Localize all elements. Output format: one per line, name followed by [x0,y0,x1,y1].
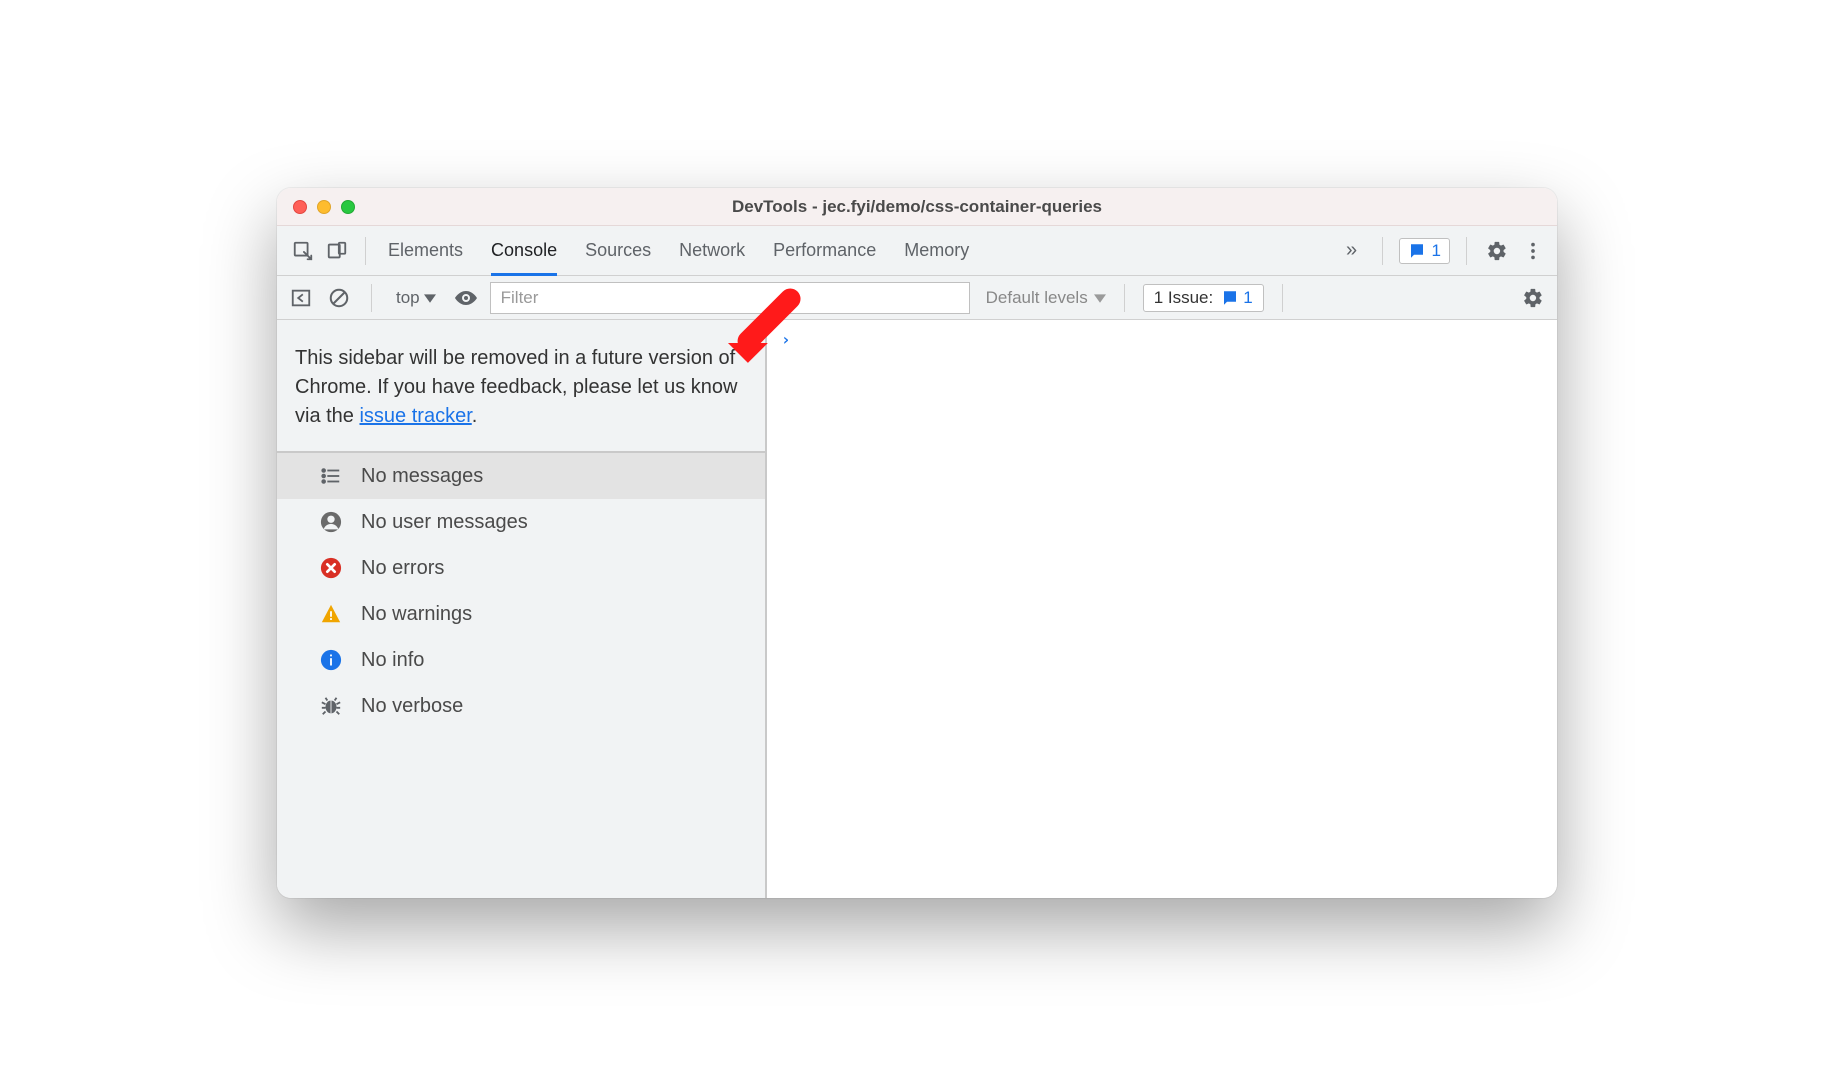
issues-label: 1 Issue: [1154,288,1214,308]
deprecation-text-end: . [472,405,478,427]
execution-context-selector[interactable]: top [390,285,442,311]
console-body: This sidebar will be removed in a future… [277,320,1557,898]
panel-tabs: Elements Console Sources Network Perform… [388,226,969,275]
sidebar-filter-list: No messages No user messages No errors [277,453,765,729]
separator [371,284,372,312]
issues-badge-count: 1 [1432,241,1441,261]
tabs-overflow-button[interactable]: » [1338,237,1366,265]
kebab-menu-icon[interactable] [1519,237,1547,265]
filter-input[interactable] [490,282,970,314]
main-toolbar: Elements Console Sources Network Perform… [277,226,1557,276]
window-close-button[interactable] [293,200,307,214]
sidebar-item-label: No verbose [361,695,463,718]
issues-counter[interactable]: 1 Issue: 1 [1143,284,1264,312]
error-icon [319,556,343,580]
sidebar-item-label: No user messages [361,511,528,534]
console-toolbar: top Default levels 1 Issue: 1 [277,276,1557,320]
levels-label: Default levels [986,288,1088,308]
sidebar-item-label: No info [361,649,424,672]
console-output[interactable]: › [767,320,1557,898]
deprecation-notice: This sidebar will be removed in a future… [277,320,765,453]
traffic-lights [293,200,355,214]
sidebar-item-warnings[interactable]: No warnings [277,591,765,637]
sidebar-item-messages[interactable]: No messages [277,453,765,499]
context-label: top [396,288,420,308]
sidebar-item-verbose[interactable]: No verbose [277,683,765,729]
toggle-sidebar-icon[interactable] [287,284,315,312]
tab-memory[interactable]: Memory [904,226,969,275]
sidebar-item-user-messages[interactable]: No user messages [277,499,765,545]
dropdown-icon [1094,292,1106,304]
separator [1466,237,1467,265]
sidebar-item-label: No messages [361,465,483,488]
window-minimize-button[interactable] [317,200,331,214]
separator [1382,237,1383,265]
issues-badge[interactable]: 1 [1399,238,1450,264]
separator [1124,284,1125,312]
issue-icon [1408,242,1426,260]
settings-icon[interactable] [1483,237,1511,265]
sidebar-item-errors[interactable]: No errors [277,545,765,591]
window-title: DevTools - jec.fyi/demo/css-container-qu… [277,197,1557,217]
issue-icon [1221,289,1239,307]
inspect-element-icon[interactable] [289,237,317,265]
console-settings-icon[interactable] [1519,284,1547,312]
dropdown-icon [424,292,436,304]
list-icon [319,464,343,488]
sidebar-item-info[interactable]: No info [277,637,765,683]
bug-icon [319,694,343,718]
log-levels-selector[interactable]: Default levels [986,288,1106,308]
tab-console[interactable]: Console [491,226,557,275]
sidebar-item-label: No errors [361,557,444,580]
separator [1282,284,1283,312]
tab-elements[interactable]: Elements [388,226,463,275]
warning-icon [319,602,343,626]
sidebar-item-label: No warnings [361,603,472,626]
device-toolbar-icon[interactable] [323,237,351,265]
devtools-window: DevTools - jec.fyi/demo/css-container-qu… [277,188,1557,898]
titlebar: DevTools - jec.fyi/demo/css-container-qu… [277,188,1557,226]
clear-console-icon[interactable] [325,284,353,312]
console-sidebar: This sidebar will be removed in a future… [277,320,767,898]
console-prompt: › [781,330,791,349]
user-icon [319,510,343,534]
window-zoom-button[interactable] [341,200,355,214]
tab-sources[interactable]: Sources [585,226,651,275]
separator [365,237,366,265]
tab-performance[interactable]: Performance [773,226,876,275]
info-icon [319,648,343,672]
issue-tracker-link[interactable]: issue tracker [359,405,471,427]
tab-network[interactable]: Network [679,226,745,275]
live-expression-icon[interactable] [452,284,480,312]
issues-count: 1 [1243,288,1252,308]
